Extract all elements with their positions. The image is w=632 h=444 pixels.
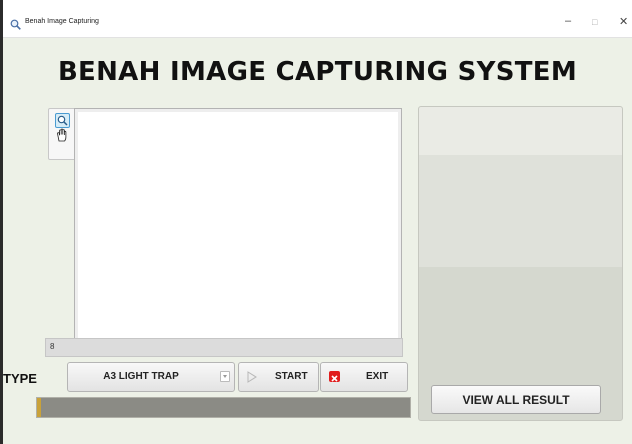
view-all-result-label: VIEW ALL RESULT [462,393,570,407]
play-icon [247,371,257,383]
status-bar: 8 [45,338,403,357]
window-title: Benah Image Capturing [25,18,99,25]
close-icon [329,371,340,382]
type-selected-value: A3 LIGHT TRAP [103,371,179,382]
type-select[interactable]: A3 LIGHT TRAP [67,362,235,392]
magnifier-app-icon [10,19,21,30]
dropdown-arrow-icon[interactable] [220,371,230,382]
close-window-button[interactable]: ✕ [619,15,628,28]
tool-palette [48,108,76,160]
start-label: START [275,371,308,382]
zoom-tool-button[interactable] [55,113,70,128]
maximize-button[interactable]: □ [592,17,597,27]
view-all-result-button[interactable]: VIEW ALL RESULT [431,385,601,414]
progress-fill [37,398,41,417]
page-title: BENAH IMAGE CAPTURING SYSTEM [57,57,578,87]
hand-pan-icon[interactable] [55,128,69,142]
status-text: 8 [50,342,55,351]
close-x-glyph [331,375,338,382]
minimize-button[interactable]: – [565,15,571,27]
zoom-icon [57,115,68,126]
title-bar: Benah Image Capturing – □ ✕ [3,12,632,38]
dropdown-caret [223,375,227,378]
start-button[interactable]: START [238,362,319,392]
results-panel [418,106,623,421]
type-label: TYPE [3,371,37,386]
exit-label: EXIT [366,371,389,382]
exit-button[interactable]: EXIT [320,362,408,392]
image-display[interactable] [74,108,402,343]
progress-bar [36,397,411,418]
app-window: Benah Image Capturing – □ ✕ BENAH IMAGE … [3,12,632,444]
